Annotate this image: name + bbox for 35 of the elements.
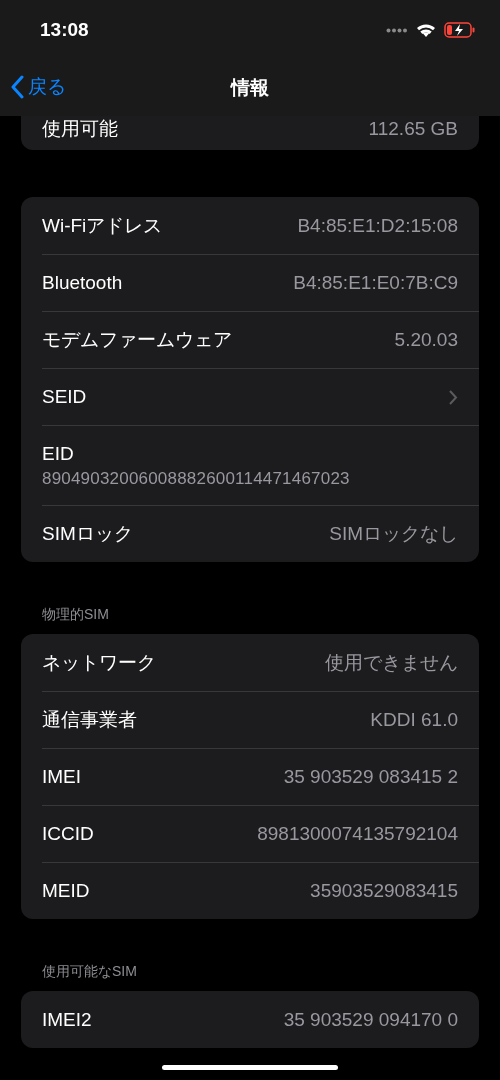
wifi-icon (416, 22, 436, 38)
row-value: B4:85:E1:D2:15:08 (297, 214, 458, 237)
row-label: Wi-Fiアドレス (42, 213, 163, 238)
row-value: 35 903529 083415 2 (283, 766, 458, 788)
row-value: 8981300074135792104 (257, 823, 458, 845)
row-label: IMEI (42, 766, 82, 788)
chevron-icon (449, 389, 458, 405)
signal-icon (386, 27, 408, 33)
row-label: IMEI2 (42, 1008, 92, 1031)
row-value: B4:85:E1:E0:7B:C9 (293, 272, 458, 294)
row-label: Bluetooth (42, 272, 123, 294)
row-value: 112.65 GB (368, 118, 458, 140)
row-label[interactable]: SEID (42, 386, 87, 408)
nav-title: 情報 (231, 76, 269, 100)
section-header: 物理的SIM (42, 606, 110, 624)
row-value: 35 903529 094170 0 (283, 1008, 458, 1031)
row-label: SIMロック (42, 522, 133, 546)
status-time: 13:08 (40, 19, 89, 41)
back-button[interactable]: 戻る (10, 74, 66, 100)
row-label: ICCID (42, 823, 94, 845)
row-value: 使用できません (325, 650, 458, 675)
row-value: 89049032006008882600114471467023 (42, 468, 350, 489)
row-label: 通信事業者 (42, 708, 137, 732)
row-label: モデムファームウェア (42, 328, 232, 352)
row-label: MEID (42, 880, 90, 902)
chevron-left-icon (10, 75, 24, 99)
row-label: ネットワーク (42, 650, 156, 675)
battery-icon (444, 22, 476, 38)
row-value: 35903529083415 (310, 880, 458, 902)
row-value: SIMロックなし (329, 522, 458, 546)
section-header: 使用可能なSIM (42, 963, 138, 981)
row-label: EID (42, 442, 74, 465)
row-value: 5.20.03 (394, 329, 458, 351)
row-value: KDDI 61.0 (370, 709, 458, 731)
row-label: 使用可能 (42, 117, 118, 141)
